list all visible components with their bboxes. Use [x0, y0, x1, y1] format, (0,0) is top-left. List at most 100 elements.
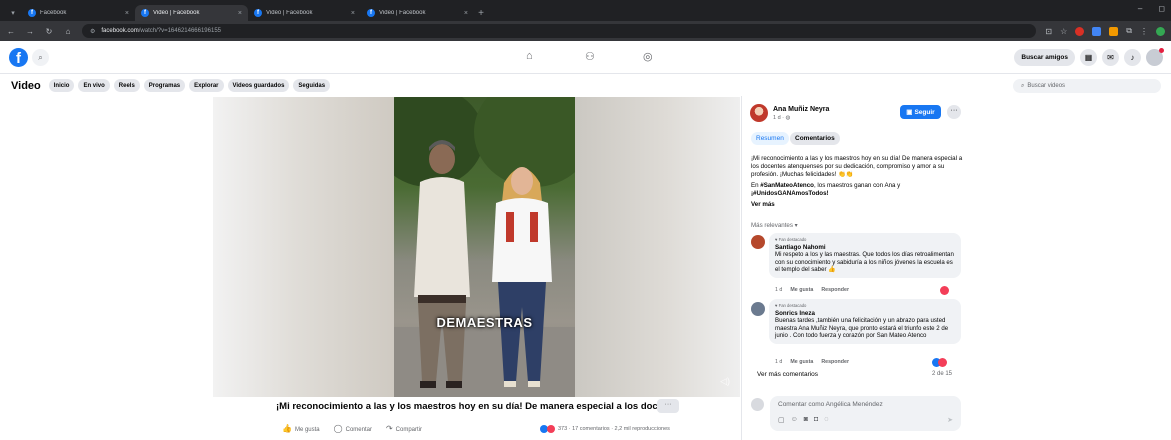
- hashtag-link[interactable]: #SanMateoAtenco: [760, 182, 814, 189]
- comment-button[interactable]: ◯ Comentar: [334, 424, 372, 433]
- search-icon[interactable]: ⌕: [32, 49, 49, 66]
- menu-kebab-icon[interactable]: ⋮: [1140, 27, 1148, 36]
- tab-comentarios[interactable]: Comentarios: [790, 132, 840, 145]
- comment-reply-link[interactable]: Responder: [821, 359, 849, 365]
- stats-text: 373 · 17 comentarios · 2,2 mil reproducc…: [558, 426, 670, 432]
- home-nav-icon[interactable]: ⌂: [526, 50, 533, 62]
- author-avatar[interactable]: [750, 104, 768, 122]
- more-comments-link[interactable]: Ver más comentarios: [757, 371, 818, 378]
- gif-icon[interactable]: ◘: [814, 416, 818, 424]
- post-options-icon[interactable]: ···: [947, 105, 961, 119]
- page-title: Video: [11, 79, 41, 92]
- reload-icon[interactable]: ↻: [44, 27, 54, 36]
- comment-like-link[interactable]: Me gusta: [790, 287, 813, 293]
- profile-avatar-icon[interactable]: [1156, 26, 1165, 36]
- video-search-placeholder: Buscar videos: [1027, 83, 1066, 89]
- tab-close-icon[interactable]: ×: [238, 10, 242, 17]
- chip-inicio[interactable]: Inicio: [48, 79, 75, 92]
- chip-videos-guardados[interactable]: Videos guardados: [227, 79, 290, 92]
- follow-button[interactable]: ▣ Seguir: [900, 105, 941, 119]
- commenter-name[interactable]: Santiago Nahomi: [775, 244, 955, 252]
- chip-reels[interactable]: Reels: [113, 79, 140, 92]
- tab-title: Video | Facebook: [153, 10, 200, 16]
- browser-tab[interactable]: f Video | Facebook ×: [361, 5, 474, 21]
- account-avatar[interactable]: [1146, 48, 1164, 66]
- facebook-logo[interactable]: f: [9, 48, 28, 67]
- comment-like-link[interactable]: Me gusta: [790, 359, 813, 365]
- video-stats[interactable]: 373 · 17 comentarios · 2,2 mil reproducc…: [540, 425, 670, 433]
- tab-close-icon[interactable]: ×: [464, 10, 468, 17]
- bookmark-star-icon[interactable]: ☆: [1060, 27, 1067, 36]
- comment-sort-dropdown[interactable]: Más relevantes ▾: [751, 222, 798, 229]
- facebook-favicon-icon: f: [28, 9, 36, 17]
- camera-icon[interactable]: ◙: [804, 416, 808, 424]
- avatar-sticker-icon[interactable]: ◌: [824, 416, 828, 424]
- extension-red-icon[interactable]: [1075, 26, 1085, 36]
- like-button[interactable]: 👍 Me gusta: [282, 424, 320, 433]
- messenger-icon[interactable]: ✉: [1102, 49, 1119, 66]
- top-fan-badge: ♥ Fan destacado: [775, 237, 807, 242]
- tab-close-icon[interactable]: ×: [351, 10, 355, 17]
- commenter-name[interactable]: Sonrics Ineza: [775, 310, 955, 318]
- author-name[interactable]: Ana Muñiz Neyra: [773, 106, 829, 113]
- facebook-favicon-icon: f: [367, 9, 375, 17]
- friends-nav-icon[interactable]: ⚇: [585, 50, 595, 63]
- minimize-icon[interactable]: –: [1138, 4, 1142, 13]
- notifications-bell-icon[interactable]: ♪: [1124, 49, 1141, 66]
- current-user-avatar: [751, 398, 764, 411]
- more-options-button[interactable]: ···: [657, 399, 679, 413]
- comment-icon: ◯: [333, 424, 343, 433]
- groups-nav-icon[interactable]: ◎: [643, 50, 653, 63]
- home-icon[interactable]: ⌂: [63, 27, 73, 36]
- extension-orange-icon[interactable]: [1109, 26, 1119, 36]
- url-host: facebook.com: [101, 28, 139, 34]
- emoji-icon[interactable]: ☺: [791, 416, 798, 424]
- tab-close-icon[interactable]: ×: [125, 10, 129, 17]
- sticker-icon[interactable]: ▢: [778, 416, 785, 424]
- commenter-avatar[interactable]: [751, 235, 765, 249]
- share-icon: ↷: [385, 424, 393, 433]
- address-bar[interactable]: ⚙ facebook.com/watch/?v=1646214666196155: [82, 24, 1037, 38]
- top-fan-badge: ♥ Fan destacado: [775, 303, 807, 308]
- video-stage: DEMAESTRAS ◁) ¡Mi reconocimiento a las y…: [0, 96, 740, 440]
- comment-composer[interactable]: Comentar como Angélica Menéndez ▢ ☺ ◙ ◘ …: [770, 396, 961, 431]
- hashtag-link[interactable]: ¡#UnidosGANAmosTodos!: [751, 190, 829, 197]
- comment-reply-link[interactable]: Responder: [821, 287, 849, 293]
- site-info-icon[interactable]: ⚙: [90, 28, 95, 35]
- chip-en-vivo[interactable]: En vivo: [78, 79, 110, 92]
- browser-tab[interactable]: f Facebook ×: [22, 5, 135, 21]
- forward-icon[interactable]: →: [25, 27, 35, 36]
- volume-muted-icon[interactable]: ◁): [720, 376, 730, 387]
- new-tab-button[interactable]: +: [474, 5, 488, 21]
- restore-icon[interactable]: ◻: [1158, 4, 1165, 13]
- tab-title: Video | Facebook: [379, 10, 426, 16]
- video-player[interactable]: DEMAESTRAS ◁): [213, 97, 740, 397]
- commenter-avatar[interactable]: [751, 302, 765, 316]
- back-icon[interactable]: ←: [6, 27, 16, 36]
- browser-tab[interactable]: f Video | Facebook ×: [248, 5, 361, 21]
- menu-grid-icon[interactable]: ▦: [1080, 49, 1097, 66]
- post-time: 1 d · ◍: [773, 115, 791, 121]
- share-button[interactable]: ↷ Compartir: [386, 424, 422, 433]
- comment-time: 1 d: [775, 359, 783, 365]
- tab-title: Facebook: [40, 10, 67, 16]
- comment-input-placeholder: Comentar como Angélica Menéndez: [778, 401, 883, 408]
- video-search-input[interactable]: ⌕ Buscar videos: [1013, 79, 1161, 93]
- tab-search-icon[interactable]: ▾: [4, 5, 22, 21]
- video-actions: 👍 Me gusta ◯ Comentar ↷ Compartir: [282, 424, 422, 433]
- love-reaction-icon: [938, 358, 947, 367]
- browser-tab-active[interactable]: f Video | Facebook ×: [135, 5, 248, 21]
- find-friends-button[interactable]: Buscar amigos: [1014, 49, 1075, 66]
- like-label: Me gusta: [294, 427, 320, 433]
- install-app-icon[interactable]: ⊡: [1045, 27, 1052, 36]
- tab-resumen[interactable]: Resumen: [751, 132, 789, 145]
- comment-label: Comentar: [345, 427, 372, 433]
- extension-blue-icon[interactable]: [1092, 26, 1102, 36]
- url-path: /watch/?v=1646214666196155: [138, 28, 221, 34]
- chip-programas[interactable]: Programas: [143, 79, 186, 92]
- send-icon[interactable]: ➤: [947, 416, 953, 424]
- see-more-link[interactable]: Ver más: [751, 201, 775, 208]
- chip-explorar[interactable]: Explorar: [189, 79, 224, 92]
- chip-seguidas[interactable]: Seguidas: [293, 79, 331, 92]
- extensions-puzzle-icon[interactable]: ⧉: [1126, 26, 1132, 36]
